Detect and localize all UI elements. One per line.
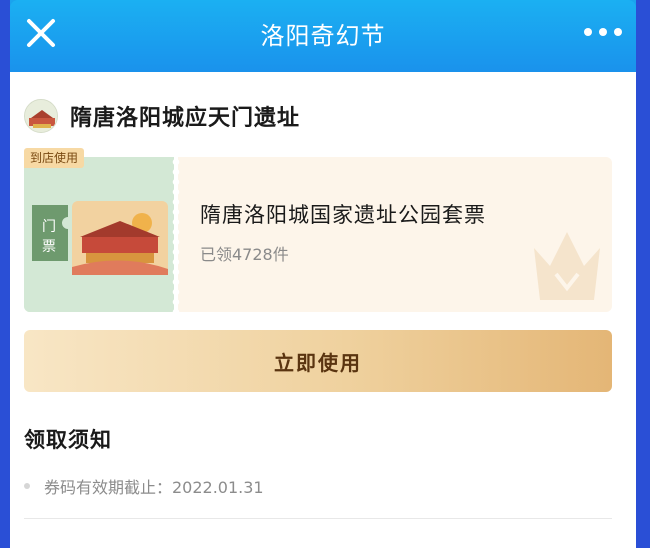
svg-text:门: 门 bbox=[42, 219, 56, 235]
dot-icon bbox=[614, 28, 622, 36]
background-edge-right bbox=[636, 0, 650, 548]
background-edge-left bbox=[0, 0, 10, 548]
validity-text: 券码有效期截止：2022.01.31 bbox=[44, 478, 264, 497]
more-dots-icon[interactable] bbox=[584, 25, 622, 39]
ticket-image: 门 票 bbox=[24, 157, 174, 312]
ticket-info[interactable]: 隋唐洛阳城国家遗址公园套票 已领4728件 bbox=[178, 157, 612, 312]
store-row[interactable]: 隋唐洛阳城应天门遗址 bbox=[24, 99, 301, 133]
crown-watermark-icon bbox=[528, 218, 606, 306]
usage-tag: 到店使用 bbox=[24, 148, 85, 168]
store-logo bbox=[24, 99, 58, 133]
notice-item: 券码有效期截止：2022.01.31 bbox=[24, 474, 264, 498]
use-now-button[interactable]: 立即使用 bbox=[24, 330, 612, 392]
claimed-count: 已领4728件 bbox=[200, 245, 289, 264]
page-title: 洛阳奇幻节 bbox=[260, 22, 386, 50]
dot-icon bbox=[584, 28, 592, 36]
ticket-perforation bbox=[171, 157, 181, 312]
coupon-card: 隋唐洛阳城应天门遗址 门 票 到店使用 隋唐洛阳城国家遗址公园套票 已领4728… bbox=[10, 72, 636, 548]
use-now-label: 立即使用 bbox=[274, 350, 362, 375]
svg-text:票: 票 bbox=[42, 239, 56, 255]
divider bbox=[24, 518, 612, 519]
notice-title: 领取须知 bbox=[24, 428, 112, 452]
store-name: 隋唐洛阳城应天门遗址 bbox=[70, 106, 301, 131]
title-bar: 洛阳奇幻节 bbox=[10, 0, 636, 72]
ticket-title: 隋唐洛阳城国家遗址公园套票 bbox=[200, 203, 486, 227]
dot-icon bbox=[599, 28, 607, 36]
bullet-icon bbox=[24, 483, 30, 489]
